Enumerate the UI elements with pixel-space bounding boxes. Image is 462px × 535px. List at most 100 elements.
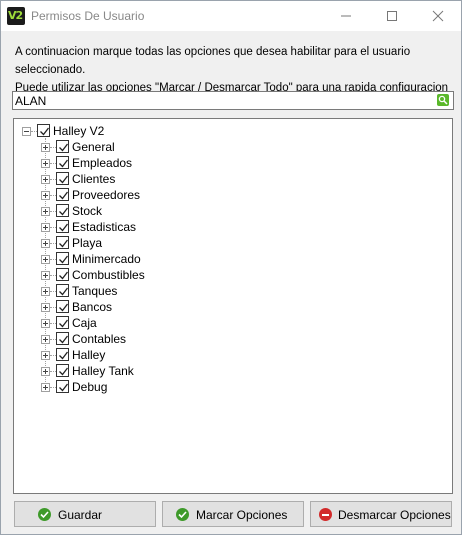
app-logo-icon: V2 <box>7 7 25 25</box>
expand-icon[interactable] <box>41 319 50 328</box>
checkmark-icon <box>59 319 69 328</box>
check-glyph <box>40 511 49 519</box>
expand-icon[interactable] <box>41 143 50 152</box>
expand-icon[interactable] <box>41 383 50 392</box>
expand-icon[interactable] <box>41 351 50 360</box>
tree-item[interactable]: Halley Tank <box>41 363 171 379</box>
tree-root-node[interactable]: Halley V2 <box>22 123 142 139</box>
tree-item-label: Tanques <box>72 284 118 298</box>
expand-icon[interactable] <box>41 255 50 264</box>
tree-item[interactable]: Bancos <box>41 299 171 315</box>
tree-item-checkbox[interactable] <box>56 332 69 345</box>
tree-item-checkbox[interactable] <box>56 236 69 249</box>
unmark-all-button[interactable]: Desmarcar Opciones <box>310 501 452 527</box>
tree-item-label: Estadisticas <box>72 220 137 234</box>
tree-item-label: Clientes <box>72 172 116 186</box>
checkmark-icon <box>59 287 69 296</box>
checkmark-icon <box>59 143 69 152</box>
permissions-tree[interactable]: Halley V2 General Empleados Clientes Provee… <box>13 118 453 494</box>
checkmark-icon <box>59 223 69 232</box>
save-button[interactable]: Guardar <box>14 501 156 527</box>
tree-item[interactable]: Halley <box>41 347 171 363</box>
check-glyph <box>178 511 187 519</box>
maximize-icon <box>387 11 397 21</box>
tree-item-label: Combustibles <box>72 268 145 282</box>
tree-root-label: Halley V2 <box>53 124 105 138</box>
maximize-button[interactable] <box>369 1 415 31</box>
tree-item-checkbox[interactable] <box>56 220 69 233</box>
tree-item-checkbox[interactable] <box>56 380 69 393</box>
tree-item-checkbox[interactable] <box>56 140 69 153</box>
title-bar[interactable]: V2 Permisos De Usuario <box>1 1 461 31</box>
tree-item-label: Contables <box>72 332 127 346</box>
tree-item-checkbox[interactable] <box>56 188 69 201</box>
tree-item-label: Halley <box>72 348 106 362</box>
search-icon[interactable] <box>437 94 449 106</box>
tree-item-checkbox[interactable] <box>56 156 69 169</box>
checkmark-icon <box>59 175 69 184</box>
checkmark-icon <box>59 207 69 216</box>
tree-item[interactable]: General <box>41 139 171 155</box>
tree-item-checkbox[interactable] <box>56 204 69 217</box>
mark-all-button[interactable]: Marcar Opciones <box>162 501 304 527</box>
minimize-icon <box>341 15 351 17</box>
tree-item-checkbox[interactable] <box>56 284 69 297</box>
tree-item[interactable]: Tanques <box>41 283 171 299</box>
app-logo-text: V2 <box>8 9 23 22</box>
checkmark-icon <box>59 383 69 392</box>
instructions-line-1: A continuacion marque todas las opciones… <box>15 46 411 76</box>
tree-item-checkbox[interactable] <box>56 364 69 377</box>
tree-item-checkbox[interactable] <box>56 172 69 185</box>
tree-item[interactable]: Stock <box>41 203 171 219</box>
expand-icon[interactable] <box>41 159 50 168</box>
close-icon <box>432 10 444 22</box>
tree-item-label: Debug <box>72 380 108 394</box>
tree-item[interactable]: Debug <box>41 379 171 395</box>
tree-item[interactable]: Minimercado <box>41 251 171 267</box>
expand-icon[interactable] <box>41 271 50 280</box>
expand-icon[interactable] <box>41 239 50 248</box>
expand-icon[interactable] <box>41 207 50 216</box>
checkmark-icon <box>59 191 69 200</box>
collapse-icon[interactable] <box>22 127 31 136</box>
tree-item-checkbox[interactable] <box>56 252 69 265</box>
expand-icon[interactable] <box>41 223 50 232</box>
tree-item-label: Halley Tank <box>72 364 134 378</box>
checkmark-icon <box>59 335 69 344</box>
close-button[interactable] <box>415 1 461 31</box>
expand-icon[interactable] <box>41 335 50 344</box>
tree-item-label: General <box>72 140 115 154</box>
expand-icon[interactable] <box>41 191 50 200</box>
tree-item-label: Empleados <box>72 156 133 170</box>
expand-icon[interactable] <box>41 367 50 376</box>
tree-item-checkbox[interactable] <box>56 300 69 313</box>
user-search-input[interactable] <box>15 93 425 108</box>
user-search-box <box>12 91 454 110</box>
tree-item-label: Minimercado <box>72 252 141 266</box>
tree-item-checkbox[interactable] <box>56 348 69 361</box>
window-title: Permisos De Usuario <box>31 9 145 23</box>
minimize-button[interactable] <box>323 1 369 31</box>
tree-item[interactable]: Estadisticas <box>41 219 171 235</box>
tree-item-label: Proveedores <box>72 188 141 202</box>
tree-item-checkbox[interactable] <box>56 268 69 281</box>
tree-item[interactable]: Playa <box>41 235 171 251</box>
tree-item-label: Caja <box>72 316 97 330</box>
checkmark-icon <box>59 255 69 264</box>
save-button-label: Guardar <box>58 508 103 522</box>
expand-icon[interactable] <box>41 303 50 312</box>
tree-item[interactable]: Combustibles <box>41 267 171 283</box>
tree-item[interactable]: Caja <box>41 315 171 331</box>
tree-root-checkbox[interactable] <box>37 124 50 137</box>
tree-item[interactable]: Contables <box>41 331 171 347</box>
checkmark-icon <box>59 159 69 168</box>
checkmark-icon <box>59 239 69 248</box>
tree-item[interactable]: Empleados <box>41 155 171 171</box>
expand-icon[interactable] <box>41 175 50 184</box>
tree-item[interactable]: Clientes <box>41 171 171 187</box>
tree-item[interactable]: Proveedores <box>41 187 171 203</box>
tree-item-checkbox[interactable] <box>56 316 69 329</box>
checkmark-icon <box>59 271 69 280</box>
instructions-text: A continuacion marque todas las opciones… <box>15 43 455 97</box>
expand-icon[interactable] <box>41 287 50 296</box>
